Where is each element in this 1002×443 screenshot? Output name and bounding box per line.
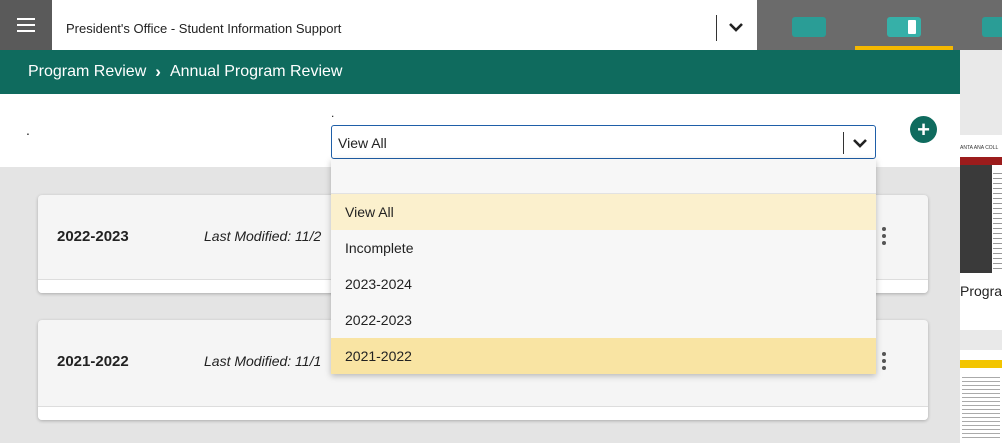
app-tile-icon[interactable] bbox=[887, 17, 921, 37]
card-year: 2021-2022 bbox=[57, 353, 129, 370]
chevron-down-icon[interactable] bbox=[722, 12, 750, 42]
card-year: 2022-2023 bbox=[57, 228, 129, 245]
preview-caption: Progra bbox=[960, 283, 1002, 299]
select-value: View All bbox=[338, 135, 387, 151]
dropdown-option[interactable]: 2023-2024 bbox=[331, 266, 876, 302]
dropdown-option[interactable]: 2021-2022 bbox=[331, 338, 876, 374]
preview-thumbnail[interactable] bbox=[960, 350, 1002, 443]
dropdown-option[interactable]: 2022-2023 bbox=[331, 302, 876, 338]
divider bbox=[716, 15, 717, 41]
dropdown-option[interactable]: View All bbox=[331, 194, 876, 230]
app-switcher bbox=[757, 0, 1002, 50]
select-label: . bbox=[331, 106, 335, 120]
app-tile-icon[interactable] bbox=[792, 17, 826, 37]
menu-icon[interactable] bbox=[0, 0, 52, 50]
app-title: President's Office - Student Information… bbox=[66, 21, 342, 36]
preview-header: ANTA ANA COLL bbox=[960, 145, 999, 151]
card-last-modified: Last Modified: 11/1 bbox=[204, 353, 322, 369]
preview-thumbnail[interactable]: ANTA ANA COLL Progra bbox=[960, 135, 1002, 330]
side-preview-panel: ANTA ANA COLL Progra bbox=[960, 50, 1002, 443]
dropdown-search-row[interactable] bbox=[331, 159, 876, 194]
breadcrumb: Program Review › Annual Program Review bbox=[0, 50, 960, 94]
app-tile-icon[interactable] bbox=[982, 17, 1002, 37]
filter-label: . bbox=[26, 122, 30, 138]
divider bbox=[843, 132, 844, 154]
breadcrumb-parent[interactable]: Program Review bbox=[28, 63, 146, 81]
card-last-modified: Last Modified: 11/2 bbox=[204, 228, 322, 244]
top-bar: President's Office - Student Information… bbox=[0, 0, 1002, 50]
breadcrumb-current: Annual Program Review bbox=[169, 63, 343, 80]
year-filter-select[interactable]: View All bbox=[331, 125, 876, 159]
chevron-down-icon[interactable] bbox=[848, 130, 872, 156]
chevron-right-icon: › bbox=[155, 62, 161, 81]
add-button[interactable]: + bbox=[910, 116, 937, 143]
more-options-icon[interactable] bbox=[880, 352, 888, 370]
dropdown-option[interactable]: Incomplete bbox=[331, 230, 876, 266]
more-options-icon[interactable] bbox=[880, 227, 888, 245]
filter-dropdown-list: View All Incomplete 2023-2024 2022-2023 … bbox=[331, 159, 876, 374]
